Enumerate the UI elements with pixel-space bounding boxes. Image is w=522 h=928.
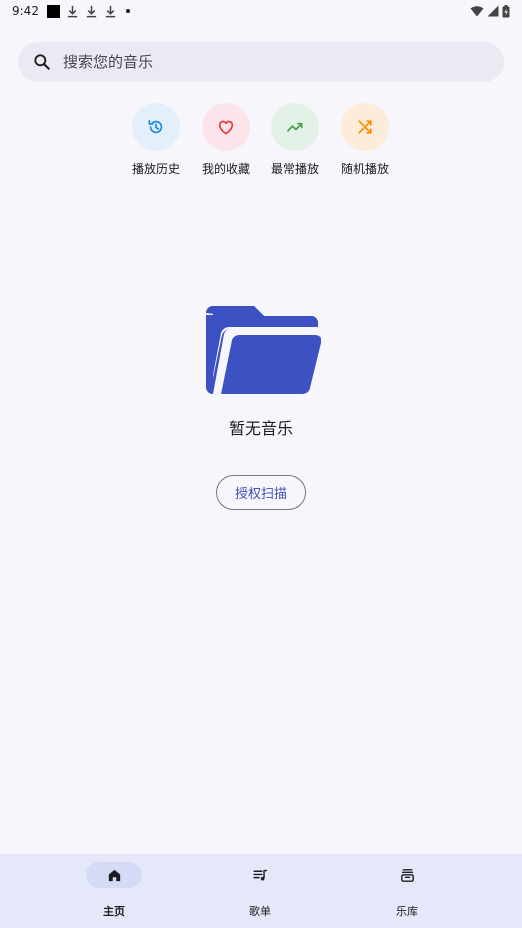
nav-indicator[interactable] [232,862,288,888]
shuffle-icon [358,120,372,134]
quick-action-history[interactable]: 播放历史 [121,103,191,177]
authorize-scan-button[interactable]: 授权扫描 [216,475,306,510]
quick-action-most-played-circle[interactable] [271,103,319,151]
nav-item-home[interactable]: 主页 [54,854,174,928]
download-icon [67,5,78,17]
quick-action-label: 我的收藏 [201,162,250,176]
music-home-screen: 9:42 搜索您的音乐 播放历史 我的收藏 最常播放 随机播放 暂无音乐 授权扫… [0,0,522,928]
quick-action-most-played[interactable]: 最常播放 [260,103,330,177]
library-icon [400,868,414,882]
status-system-icons [470,4,510,18]
trending-up-icon [287,122,303,132]
search-input[interactable] [63,53,463,71]
nav-label-library: 乐库 [396,905,418,918]
quick-action-shuffle[interactable]: 随机播放 [330,103,400,177]
quick-action-label: 最常播放 [270,162,319,176]
status-bar: 9:42 [0,0,522,22]
notification-square-icon [46,4,60,18]
folder-open-icon [206,306,321,394]
quick-action-label: 随机播放 [340,162,389,176]
nav-label-home: 主页 [103,905,125,918]
download-icon [105,5,116,17]
nav-indicator[interactable] [86,862,142,888]
quick-action-history-circle[interactable] [132,103,180,151]
home-icon [108,869,120,881]
empty-state-text: 暂无音乐 [228,419,293,438]
quick-action-label: 播放历史 [131,162,180,176]
search-icon [34,54,50,70]
quick-action-favorites-circle[interactable] [202,103,250,151]
nav-item-playlist[interactable]: 歌单 [200,854,320,928]
quick-action-shuffle-circle[interactable] [341,103,389,151]
wifi-icon [470,6,484,17]
quick-actions: 播放历史 我的收藏 最常播放 随机播放 [0,103,522,183]
dot-icon [125,9,130,13]
nav-label-playlist: 歌单 [249,905,271,918]
battery-icon [502,4,510,17]
download-icon [86,5,97,17]
nav-item-library[interactable]: 乐库 [347,854,467,928]
playlist-icon [252,869,267,880]
signal-icon [487,5,499,17]
search-bar[interactable] [18,42,504,82]
heart-icon [218,120,234,135]
status-notification-icons [46,4,130,18]
status-time: 9:42 [12,4,39,18]
bottom-navigation: 主页 歌单 乐库 [0,854,522,928]
nav-indicator[interactable] [379,862,435,888]
history-icon [148,119,163,134]
quick-action-favorites[interactable]: 我的收藏 [191,103,261,177]
